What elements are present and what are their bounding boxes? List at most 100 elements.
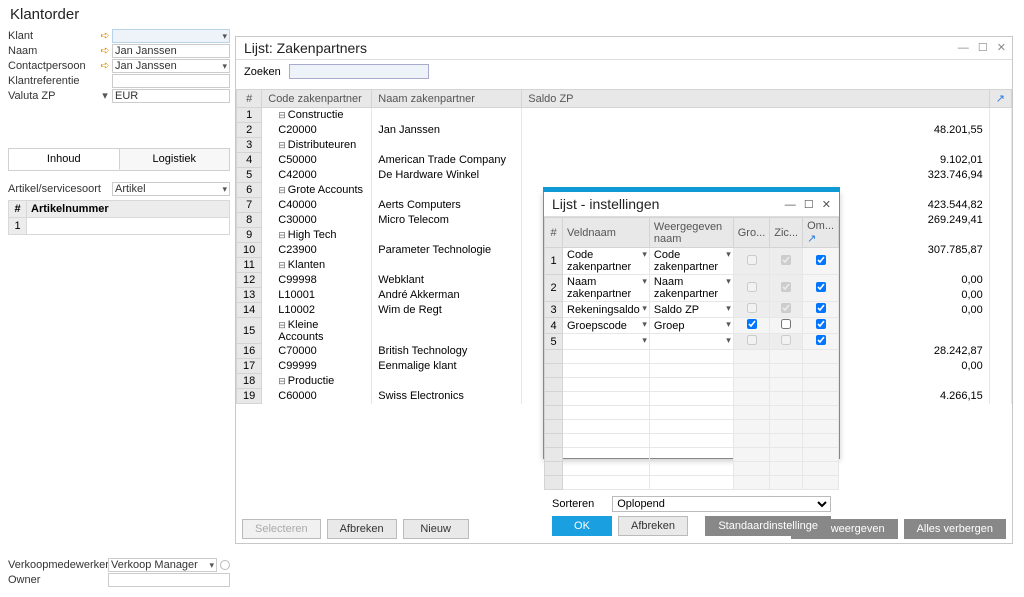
table-row[interactable]: 4GroepscodeGroep bbox=[545, 318, 839, 334]
table-row[interactable] bbox=[545, 476, 839, 490]
search-input[interactable] bbox=[289, 64, 429, 79]
checkbox[interactable] bbox=[816, 319, 826, 329]
cell-artikelnummer[interactable] bbox=[27, 218, 230, 235]
col-num[interactable]: # bbox=[9, 201, 27, 218]
collapse-icon[interactable]: ⊟ bbox=[278, 260, 286, 270]
col-field[interactable]: Veldnaam bbox=[563, 218, 650, 248]
collapse-icon[interactable]: ⊟ bbox=[278, 185, 286, 195]
cell-field[interactable]: Code zakenpartner bbox=[563, 248, 650, 275]
new-button[interactable]: Nieuw bbox=[403, 519, 469, 539]
col-code[interactable]: Code zakenpartner bbox=[262, 90, 372, 108]
naam-field[interactable]: Jan Janssen bbox=[112, 44, 230, 58]
cell-desc[interactable] bbox=[803, 334, 839, 350]
table-row[interactable]: 4C50000American Trade Company9.102,01 bbox=[237, 153, 1012, 168]
table-row[interactable]: 2Naam zakenpartnerNaam zakenpartner bbox=[545, 275, 839, 302]
hide-all-button[interactable]: Alles verbergen bbox=[904, 519, 1006, 539]
cell-group[interactable] bbox=[733, 318, 770, 334]
checkbox[interactable] bbox=[816, 335, 826, 345]
select-button[interactable]: Selecteren bbox=[242, 519, 321, 539]
cell-desc[interactable] bbox=[803, 275, 839, 302]
table-row[interactable] bbox=[545, 462, 839, 476]
cell-disp[interactable]: Saldo ZP bbox=[649, 302, 733, 318]
table-row[interactable]: 2C20000Jan Janssen48.201,55 bbox=[237, 123, 1012, 138]
col-name[interactable]: Naam zakenpartner bbox=[372, 90, 522, 108]
lookup-icon[interactable] bbox=[220, 560, 230, 570]
valuta-field[interactable]: EUR bbox=[112, 89, 230, 103]
col-artikelnummer[interactable]: Artikelnummer bbox=[27, 201, 230, 218]
cell-field[interactable]: Rekeningsaldo bbox=[563, 302, 650, 318]
checkbox[interactable] bbox=[747, 319, 757, 329]
col-visible[interactable]: Zic... bbox=[770, 218, 803, 248]
col-desc[interactable]: Om... ↗ bbox=[803, 218, 839, 248]
checkbox[interactable] bbox=[816, 255, 826, 265]
minimize-icon[interactable]: — bbox=[785, 199, 796, 211]
klant-field[interactable] bbox=[112, 29, 230, 43]
table-row[interactable]: 3⊟Distributeuren bbox=[237, 138, 1012, 153]
tab-inhoud[interactable]: Inhoud bbox=[9, 149, 120, 170]
cell-group[interactable] bbox=[733, 334, 770, 350]
klantref-field[interactable] bbox=[112, 74, 230, 88]
cell-group[interactable] bbox=[733, 248, 770, 275]
close-icon[interactable]: ✕ bbox=[997, 42, 1006, 54]
expand-icon[interactable]: ↗ bbox=[996, 93, 1005, 105]
tab-logistiek[interactable]: Logistiek bbox=[120, 149, 230, 170]
ok-button[interactable]: OK bbox=[552, 516, 612, 536]
checkbox[interactable] bbox=[781, 319, 791, 329]
link-arrow-icon[interactable]: ➪ bbox=[98, 44, 112, 57]
cell-disp[interactable]: Groep bbox=[649, 318, 733, 334]
cell-group[interactable] bbox=[733, 275, 770, 302]
cell-visible[interactable] bbox=[770, 275, 803, 302]
cell-disp[interactable]: Code zakenpartner bbox=[649, 248, 733, 275]
maximize-icon[interactable]: ☐ bbox=[804, 199, 814, 211]
cell-desc[interactable] bbox=[803, 318, 839, 334]
close-icon[interactable]: ✕ bbox=[822, 199, 831, 211]
cancel-button[interactable]: Afbreken bbox=[618, 516, 688, 536]
table-row[interactable] bbox=[545, 448, 839, 462]
cell-field[interactable]: Groepscode bbox=[563, 318, 650, 334]
collapse-icon[interactable]: ⊟ bbox=[278, 376, 286, 386]
table-row[interactable]: 1⊟Constructie bbox=[237, 108, 1012, 123]
sales-field[interactable]: Verkoop Manager bbox=[108, 558, 217, 572]
defaults-button[interactable]: Standaardinstellinge bbox=[705, 516, 831, 536]
cell-field[interactable]: Naam zakenpartner bbox=[563, 275, 650, 302]
table-row[interactable] bbox=[545, 364, 839, 378]
table-row[interactable]: 1 bbox=[9, 218, 230, 235]
collapse-icon[interactable]: ⊟ bbox=[278, 110, 286, 120]
link-arrow-icon[interactable]: ➪ bbox=[98, 29, 112, 42]
table-row[interactable] bbox=[545, 406, 839, 420]
checkbox[interactable] bbox=[816, 303, 826, 313]
cancel-button[interactable]: Afbreken bbox=[327, 519, 397, 539]
col-group[interactable]: Gro... bbox=[733, 218, 770, 248]
cell-disp[interactable]: Naam zakenpartner bbox=[649, 275, 733, 302]
cell-disp[interactable] bbox=[649, 334, 733, 350]
col-num[interactable]: # bbox=[545, 218, 563, 248]
table-row[interactable] bbox=[545, 434, 839, 448]
cell-visible[interactable] bbox=[770, 318, 803, 334]
owner-field[interactable] bbox=[108, 573, 230, 587]
table-row[interactable]: 5C42000De Hardware Winkel323.746,94 bbox=[237, 168, 1012, 183]
cell-field[interactable] bbox=[563, 334, 650, 350]
table-row[interactable] bbox=[545, 378, 839, 392]
sort-select[interactable]: Oplopend bbox=[612, 496, 831, 512]
table-row[interactable]: 5 bbox=[545, 334, 839, 350]
col-saldo[interactable]: Saldo ZP bbox=[522, 90, 990, 108]
col-num[interactable]: # bbox=[237, 90, 262, 108]
cell-visible[interactable] bbox=[770, 334, 803, 350]
checkbox[interactable] bbox=[816, 282, 826, 292]
table-row[interactable]: 3RekeningsaldoSaldo ZP bbox=[545, 302, 839, 318]
col-expand[interactable]: ↗ bbox=[989, 90, 1011, 108]
collapse-icon[interactable]: ⊟ bbox=[278, 230, 286, 240]
maximize-icon[interactable]: ☐ bbox=[978, 42, 988, 54]
expand-icon[interactable]: ↗ bbox=[807, 233, 816, 245]
contact-field[interactable]: Jan Janssen bbox=[112, 59, 230, 73]
collapse-icon[interactable]: ⊟ bbox=[278, 320, 286, 330]
table-row[interactable] bbox=[545, 350, 839, 364]
artservice-field[interactable]: Artikel bbox=[112, 182, 230, 196]
chevron-down-icon[interactable]: ▾ bbox=[98, 89, 112, 102]
collapse-icon[interactable]: ⊟ bbox=[278, 140, 286, 150]
cell-desc[interactable] bbox=[803, 302, 839, 318]
cell-desc[interactable] bbox=[803, 248, 839, 275]
table-row[interactable] bbox=[545, 392, 839, 406]
cell-group[interactable] bbox=[733, 302, 770, 318]
cell-visible[interactable] bbox=[770, 248, 803, 275]
